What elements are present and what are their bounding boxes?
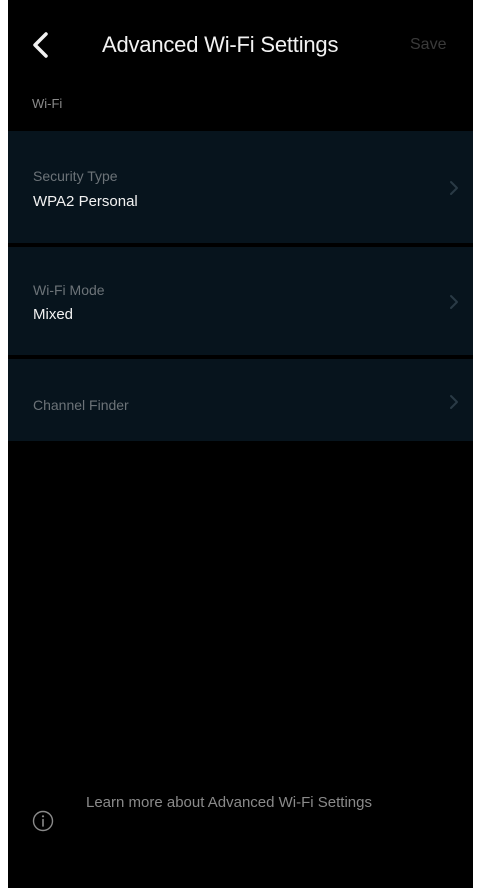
row-label: Security Type xyxy=(33,168,118,184)
row-value: WPA2 Personal xyxy=(33,193,138,210)
header: Advanced Wi-Fi Settings Save xyxy=(8,0,473,90)
chevron-right-icon xyxy=(449,394,459,410)
learn-more-link[interactable]: Learn more about Advanced Wi-Fi Settings xyxy=(32,787,452,847)
back-button[interactable] xyxy=(26,28,54,62)
security-type-row[interactable]: Security Type WPA2 Personal xyxy=(8,131,473,243)
row-label: Channel Finder xyxy=(33,397,129,413)
wifi-mode-row[interactable]: Wi-Fi Mode Mixed xyxy=(8,247,473,355)
row-value: Mixed xyxy=(33,306,74,323)
app-screen: Advanced Wi-Fi Settings Save Wi-Fi Secur… xyxy=(8,0,473,888)
learn-more-text: Learn more about Advanced Wi-Fi Settings xyxy=(86,794,372,811)
section-label-wifi: Wi-Fi xyxy=(32,96,63,111)
row-label: Wi-Fi Mode xyxy=(33,282,105,298)
channel-finder-row[interactable]: Channel Finder xyxy=(8,359,473,441)
chevron-right-icon xyxy=(449,180,459,196)
chevron-left-icon xyxy=(26,28,54,62)
chevron-right-icon xyxy=(449,294,459,310)
info-icon xyxy=(32,810,54,832)
save-button[interactable]: Save xyxy=(410,36,446,54)
page-title: Advanced Wi-Fi Settings xyxy=(102,32,339,57)
